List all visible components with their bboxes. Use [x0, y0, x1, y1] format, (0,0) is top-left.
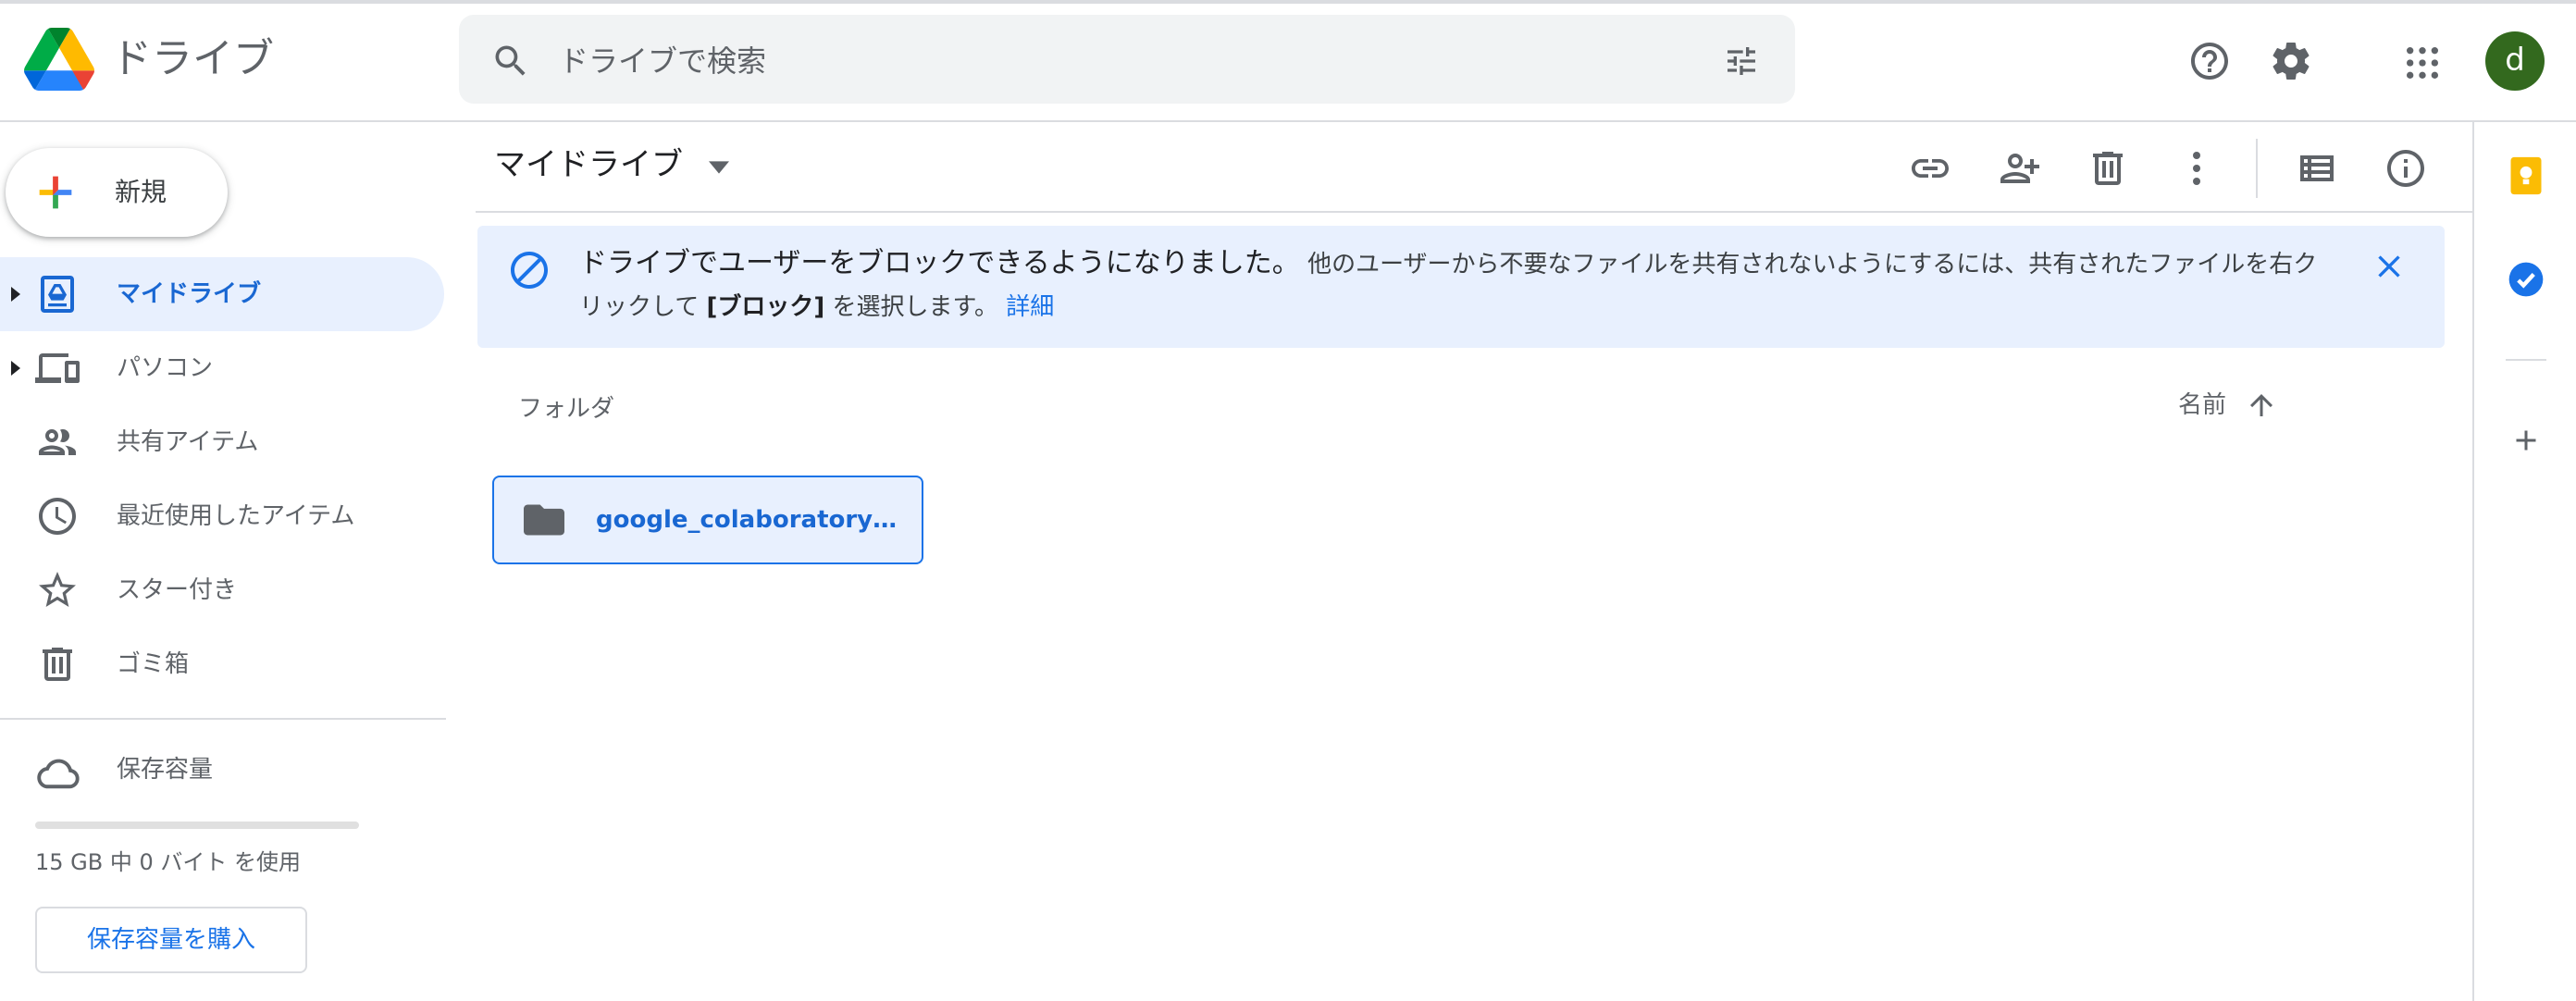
banner-details-link[interactable]: 詳細: [1006, 293, 1054, 321]
storage-label[interactable]: 保存容量: [117, 751, 213, 788]
my-drive-icon: [41, 276, 74, 313]
trash-icon[interactable]: [2086, 146, 2130, 191]
toolbar-divider: [2256, 139, 2258, 198]
storage-usage-text: 15 GB 中 0 バイト を使用: [35, 849, 302, 875]
sidebar-item-label: 最近使用したアイテム: [117, 502, 355, 530]
help-icon[interactable]: [2187, 39, 2232, 83]
clock-icon: [39, 498, 76, 535]
sort-by-name[interactable]: 名前: [2178, 387, 2226, 424]
close-icon[interactable]: [2371, 248, 2408, 285]
tasks-icon[interactable]: [2506, 259, 2546, 300]
expand-arrow-icon[interactable]: [6, 359, 24, 377]
banner-message: ドライブでユーザーをブロックできるようになりました。 他のユーザーから不要なファ…: [579, 242, 2337, 328]
folder-name: google_colaboratory_shar...: [596, 506, 907, 534]
search-options-icon[interactable]: [1721, 43, 1762, 80]
plus-icon[interactable]: [2509, 424, 2543, 457]
folder-icon: [524, 504, 564, 536]
sidebar-divider: [0, 718, 446, 720]
gear-icon[interactable]: [2269, 39, 2313, 83]
new-button-label: 新規: [115, 177, 167, 207]
sidebar-item-label: スター付き: [117, 576, 238, 604]
cloud-icon: [37, 759, 80, 789]
sidebar-item-label: 共有アイテム: [117, 428, 259, 456]
section-label: フォルダ: [518, 395, 615, 423]
list-view-icon[interactable]: [2295, 146, 2339, 191]
side-panel-divider: [2472, 122, 2474, 1001]
info-icon[interactable]: [2384, 146, 2428, 191]
computers-icon: [35, 353, 80, 383]
sidebar-item-label: マイドライブ: [117, 280, 262, 308]
search-icon[interactable]: [490, 41, 531, 81]
sidebar-item-label: ゴミ箱: [117, 650, 190, 678]
chevron-down-icon[interactable]: [709, 161, 729, 174]
avatar[interactable]: d: [2485, 31, 2545, 91]
arrow-up-icon[interactable]: [2245, 389, 2278, 422]
banner-bold: [ブロック]: [706, 293, 825, 321]
star-icon: [39, 572, 76, 607]
breadcrumb[interactable]: マイドライブ: [494, 142, 683, 187]
app-title: ドライブ: [111, 35, 274, 82]
apps-grid-icon[interactable]: [2404, 44, 2441, 81]
link-icon[interactable]: [1908, 146, 1952, 191]
side-panel-separator: [2506, 359, 2546, 361]
shared-people-icon: [39, 429, 76, 455]
expand-arrow-icon[interactable]: [6, 285, 24, 303]
buy-storage-button[interactable]: 保存容量を購入: [35, 907, 307, 973]
sidebar-item-label: パソコン: [117, 354, 214, 382]
banner-lead: ドライブでユーザーをブロックできるようになりました。: [579, 247, 1300, 279]
plus-icon: [39, 176, 72, 209]
toolbar-bottom-divider: [476, 211, 2472, 213]
more-vert-icon[interactable]: [2174, 146, 2219, 191]
storage-usage-bar: [35, 822, 359, 829]
add-person-icon[interactable]: [1997, 146, 2041, 191]
drive-logo[interactable]: [24, 28, 94, 91]
keep-icon[interactable]: [2506, 155, 2546, 196]
search-input[interactable]: [559, 37, 1669, 85]
trash-icon: [43, 648, 72, 681]
block-icon: [511, 252, 548, 289]
banner-body-end: を選択します。: [824, 293, 998, 321]
